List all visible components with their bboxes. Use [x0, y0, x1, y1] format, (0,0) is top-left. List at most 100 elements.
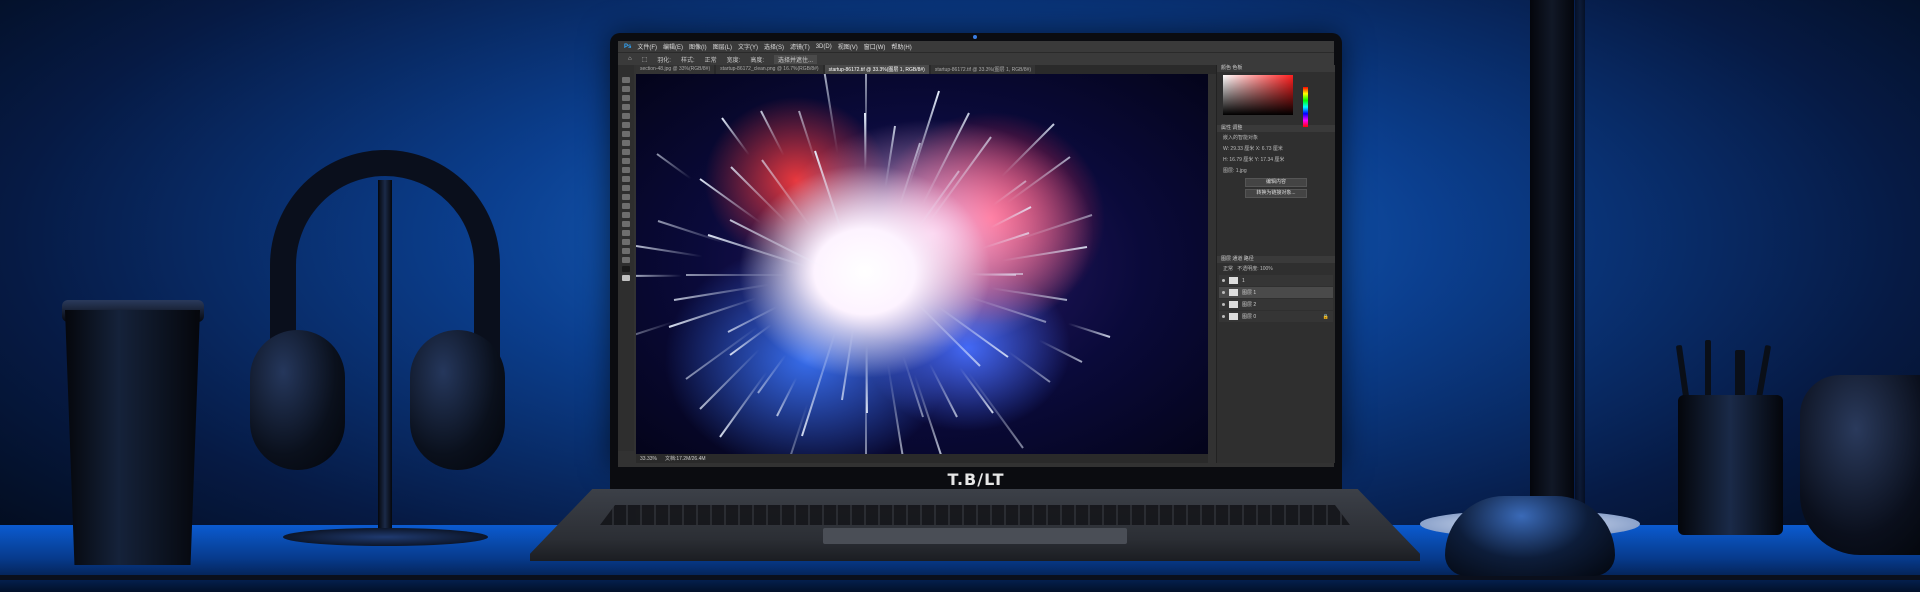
game-controller [1800, 375, 1920, 555]
background-pillar-thin [1575, 0, 1585, 530]
options-bar: ⌂ ⬚ 羽化: 样式: 正常 宽度: 高度: 选择并遮住... [618, 52, 1334, 65]
layer-name: 图层 1 [1242, 290, 1257, 296]
marquee-tool-icon[interactable]: ⬚ [642, 56, 648, 63]
eye-icon[interactable] [1222, 279, 1225, 282]
light-streak [1038, 339, 1083, 364]
document-tab[interactable]: section-48.jpg @ 33%(RGB/8#) [636, 65, 715, 74]
headphones-left-earcup [250, 330, 345, 470]
menu-item[interactable]: 窗口(W) [864, 42, 886, 51]
menu-item[interactable]: 文件(F) [637, 42, 657, 51]
lasso-tool-icon[interactable] [622, 95, 630, 101]
layer-row[interactable]: 图层 0 🔒 [1219, 311, 1333, 322]
layer-thumbnail [1229, 277, 1238, 284]
light-streak [685, 326, 759, 381]
option-label: 宽度: [726, 57, 741, 64]
path-selection-tool-icon[interactable] [622, 230, 630, 236]
layers-panel-header[interactable]: 图层 通道 路径 [1217, 256, 1335, 263]
brush-tool-icon[interactable] [622, 149, 630, 155]
light-streak [776, 376, 798, 417]
menu-item[interactable]: 视图(V) [838, 42, 858, 51]
light-streak [698, 348, 760, 410]
document-tabs: section-48.jpg @ 33%(RGB/8#) startup-861… [636, 65, 1216, 74]
eye-icon[interactable] [1222, 303, 1225, 306]
blur-tool-icon[interactable] [622, 194, 630, 200]
blend-mode-value: 正常 [1223, 266, 1234, 272]
light-streak [968, 295, 1047, 323]
menu-item[interactable]: 滤镜(T) [790, 42, 810, 51]
light-streak [938, 306, 1009, 358]
property-line: 图层: 1.jpg [1223, 168, 1247, 174]
menu-item[interactable]: 3D(D) [816, 44, 832, 50]
light-streak [720, 117, 750, 156]
gradient-tool-icon[interactable] [622, 185, 630, 191]
style-select[interactable]: 正常 [705, 55, 717, 64]
eye-icon[interactable] [1222, 291, 1225, 294]
light-streak [886, 363, 905, 454]
eye-icon[interactable] [1222, 315, 1225, 318]
zoom-tool-icon[interactable] [622, 257, 630, 263]
crop-tool-icon[interactable] [622, 113, 630, 119]
home-icon[interactable]: ⌂ [628, 56, 632, 62]
menu-item[interactable]: 选择(S) [764, 42, 784, 51]
layer-thumbnail [1229, 301, 1238, 308]
hue-slider[interactable] [1303, 87, 1308, 127]
pen-tool-icon[interactable] [622, 212, 630, 218]
zoom-level[interactable]: 33.33% [640, 456, 657, 462]
document-tab[interactable]: startup-86172_clean.png @ 16.7%(RGB/8#) [716, 65, 823, 74]
light-streak [990, 287, 1067, 302]
document-tab-active[interactable]: startup-86172.tif @ 33.3%(图层 1, RGB/8#) [824, 65, 929, 74]
document-canvas[interactable] [636, 74, 1208, 454]
light-streak [729, 219, 828, 270]
blend-mode-select[interactable]: 正常 不透明度: 100% [1217, 263, 1335, 274]
light-streak [981, 231, 1029, 249]
background-color-icon[interactable] [622, 275, 630, 281]
type-tool-icon[interactable] [622, 221, 630, 227]
layer-thumbnail [1229, 313, 1238, 320]
foreground-color-icon[interactable] [622, 266, 630, 272]
layer-row-selected[interactable]: 图层 1 [1219, 287, 1333, 298]
hand-tool-icon[interactable] [622, 248, 630, 254]
right-panels: 颜色 色板 属性 调整 嵌入的智能对象 W: 29.33 厘米 X: 6.73 … [1216, 65, 1335, 463]
color-panel-header[interactable]: 颜色 色板 [1217, 65, 1335, 72]
document-tab[interactable]: startup-86172.tif @ 33.3%(图层 1, RGB/8#) [930, 65, 1036, 74]
light-streak [902, 355, 925, 417]
dodge-tool-icon[interactable] [622, 203, 630, 209]
marquee-tool-icon[interactable] [622, 86, 630, 92]
property-line: H: 16.79 厘米 Y: 17.34 厘米 [1223, 157, 1285, 163]
history-brush-tool-icon[interactable] [622, 167, 630, 173]
light-streak [729, 166, 788, 224]
magic-wand-tool-icon[interactable] [622, 104, 630, 110]
edit-contents-button[interactable]: 编辑内容 [1245, 178, 1307, 187]
light-streak [865, 74, 867, 166]
clone-stamp-tool-icon[interactable] [622, 158, 630, 164]
healing-brush-tool-icon[interactable] [622, 140, 630, 146]
properties-panel-header[interactable]: 属性 调整 [1217, 125, 1335, 132]
menu-item[interactable]: 图层(L) [713, 42, 732, 51]
layer-row[interactable]: 图层 2 [1219, 299, 1333, 310]
layer-row[interactable]: 1 [1219, 275, 1333, 286]
headphones-right-earcup [410, 330, 505, 470]
document-size: 文档:17.2M/26.4M [664, 456, 706, 462]
light-streak [757, 354, 787, 395]
eyedropper-tool-icon[interactable] [622, 131, 630, 137]
color-panel [1217, 75, 1335, 127]
light-streak [1007, 350, 1052, 384]
opacity-value[interactable]: 不透明度: 100% [1237, 266, 1273, 272]
light-streak [990, 206, 1032, 229]
light-streak [813, 150, 844, 235]
menu-item[interactable]: 帮助(H) [891, 42, 911, 51]
convert-to-linked-button[interactable]: 转换为链接对象... [1245, 189, 1307, 198]
move-tool-icon[interactable] [622, 77, 630, 83]
select-and-mask-button[interactable]: 选择并遮住... [774, 54, 818, 64]
option-label: 样式: [680, 57, 695, 64]
shape-tool-icon[interactable] [622, 239, 630, 245]
menu-item[interactable]: 文字(Y) [738, 42, 758, 51]
eraser-tool-icon[interactable] [622, 176, 630, 182]
light-streak [884, 126, 896, 188]
menu-item[interactable]: 编辑(E) [663, 42, 683, 51]
ps-logo-icon: Ps [624, 43, 632, 50]
menu-item[interactable]: 图像(I) [689, 42, 707, 51]
color-picker[interactable] [1223, 75, 1293, 115]
frame-tool-icon[interactable] [622, 122, 630, 128]
photoshop-menu-bar: Ps 文件(F) 编辑(E) 图像(I) 图层(L) 文字(Y) 选择(S) 滤… [618, 41, 1334, 52]
